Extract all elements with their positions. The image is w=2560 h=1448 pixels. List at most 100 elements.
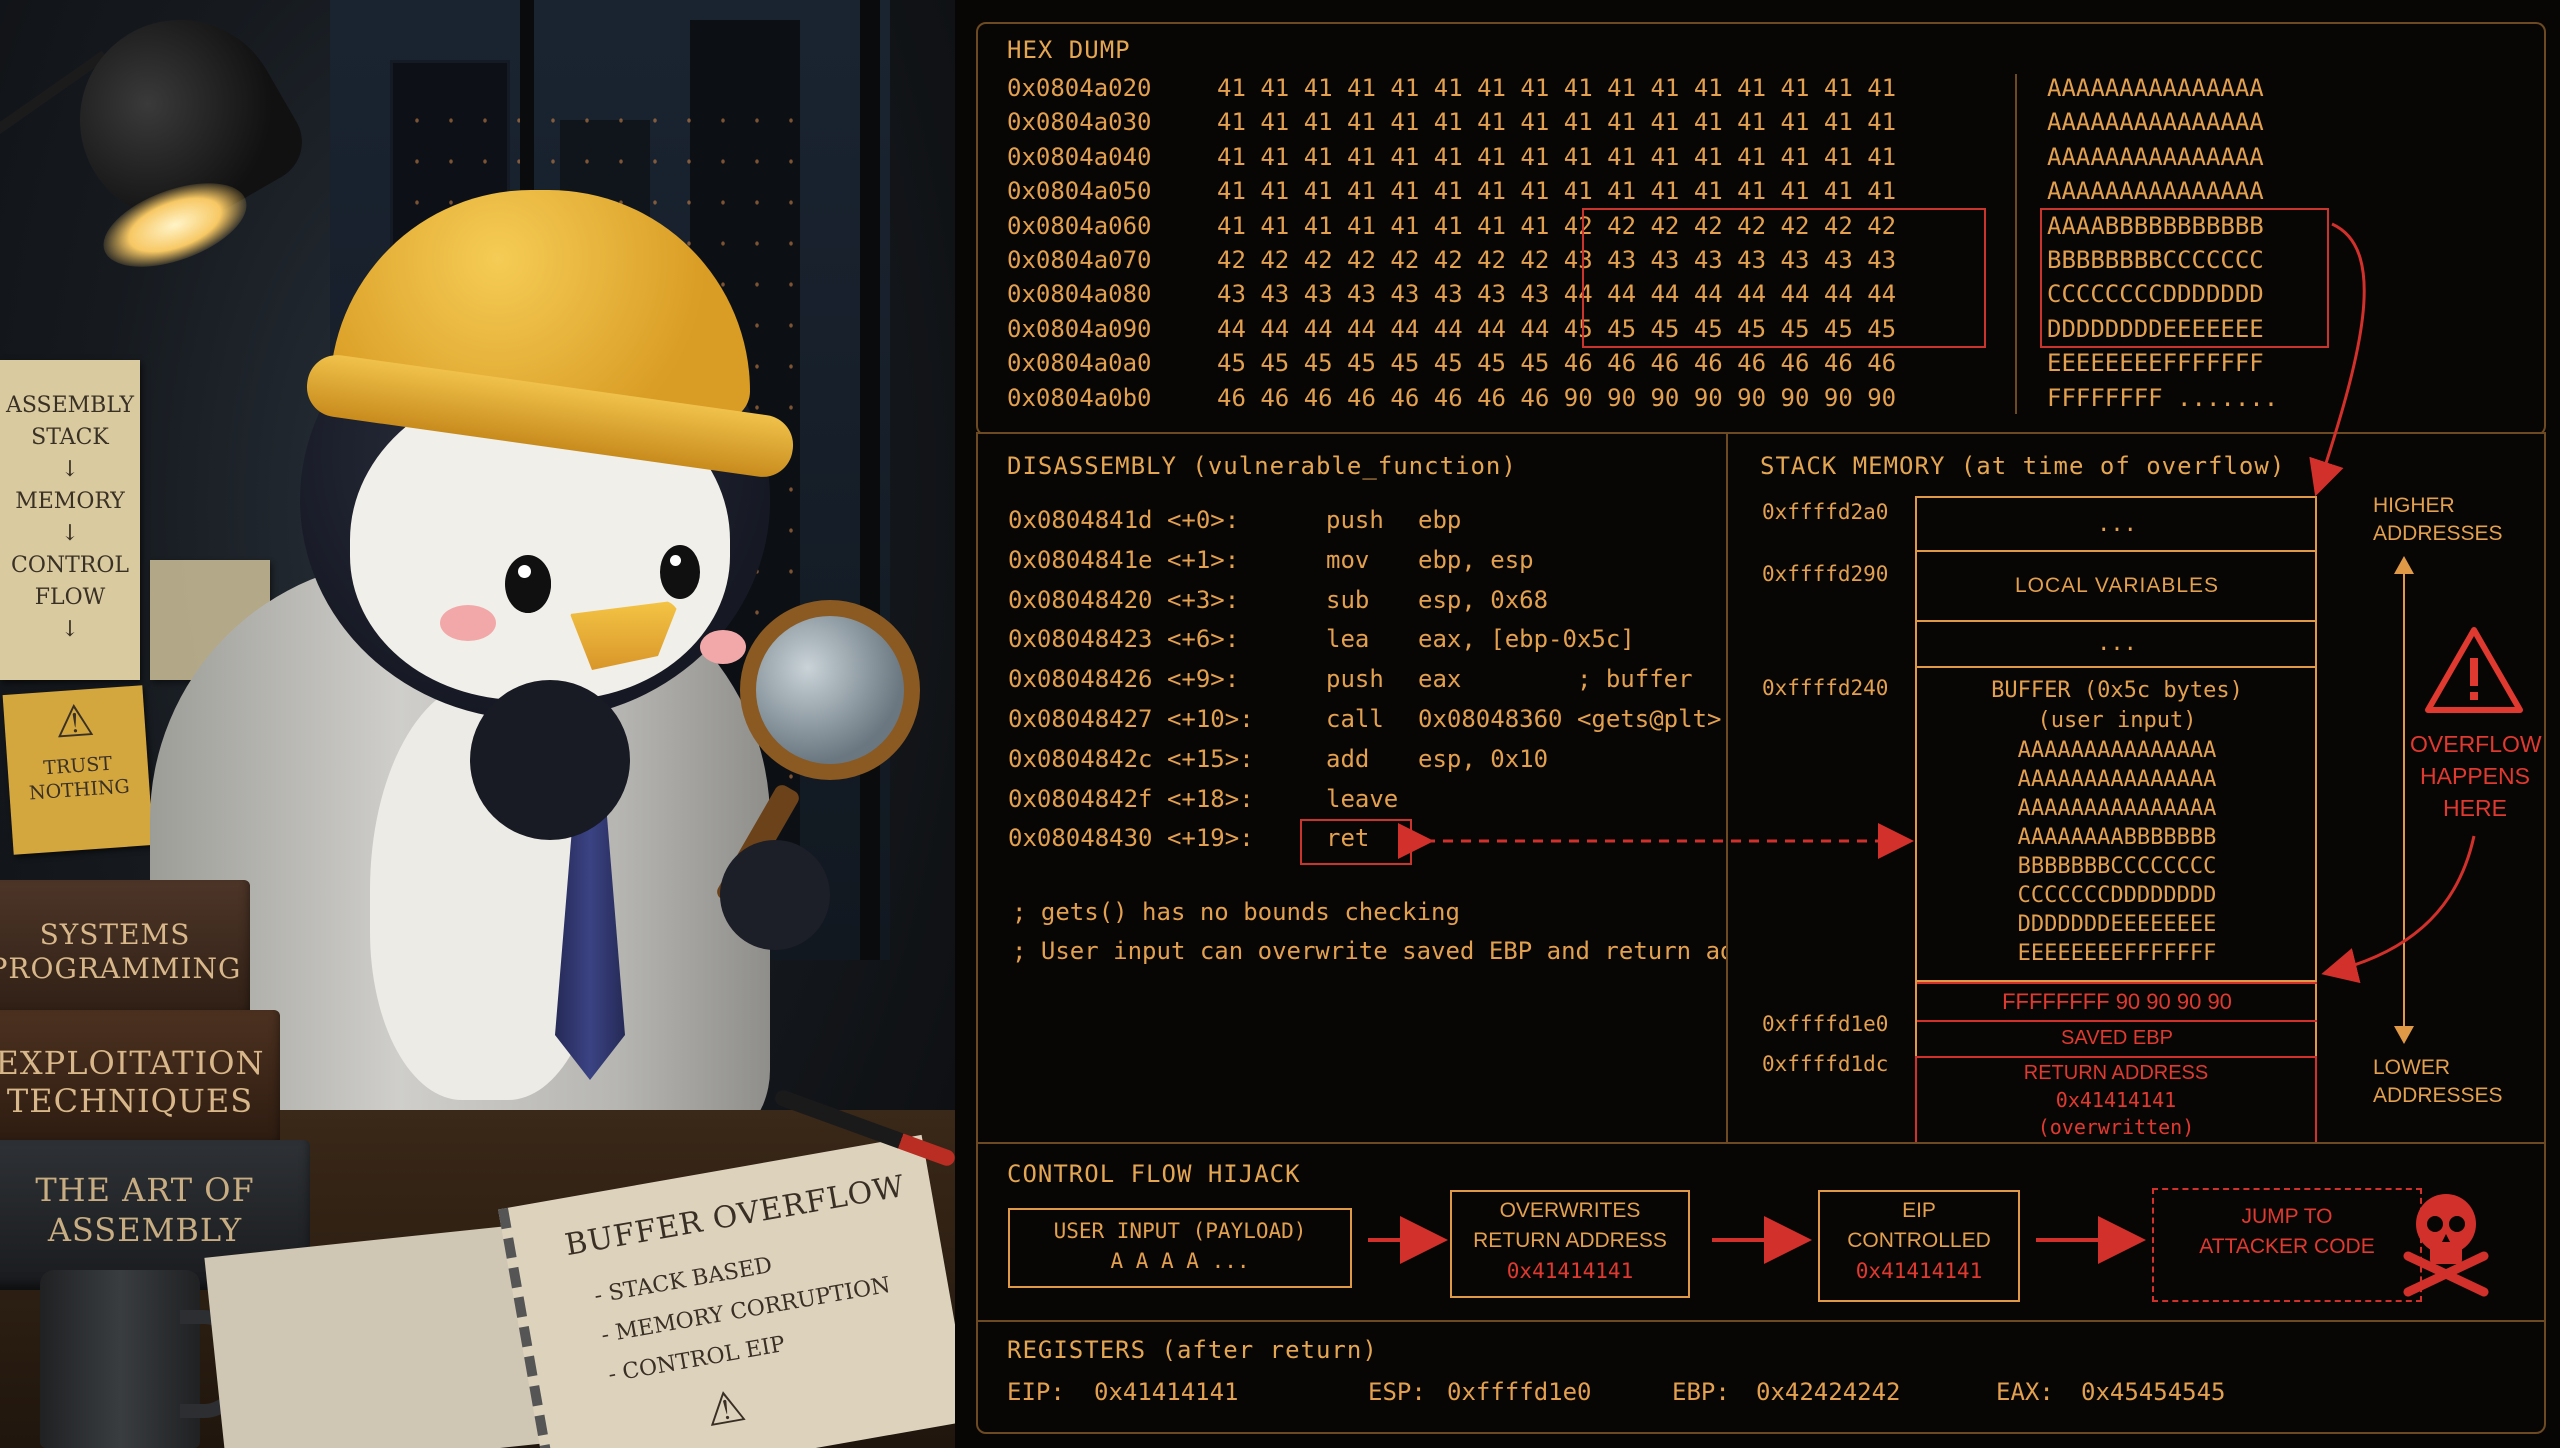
eax-label: EAX: (1996, 1378, 2054, 1406)
stack-dots-mid: ... (1917, 622, 2317, 668)
disasm-addr: 0x0804842c <+15>: (1008, 744, 1254, 773)
hex-bytes: 41 41 41 41 41 41 41 41 41 41 41 41 41 4… (1217, 177, 1897, 206)
stack-address: 0xffffd1e0 (1762, 1012, 1889, 1036)
registers-title: REGISTERS (after return) (1007, 1336, 1378, 1364)
down-arrow-icon (2394, 1026, 2414, 1044)
esp-label: ESP: (1368, 1378, 1426, 1406)
disasm-args: esp, 0x10 (1418, 744, 1549, 773)
disasm-args: 0x08048360 <gets@plt> (1418, 705, 1722, 733)
hex-address: 0x0804a040 (1007, 142, 1152, 171)
disasm-args: ebp, esp (1418, 545, 1534, 574)
hex-ascii: FFFFFFFF ....... (2047, 383, 2279, 412)
desk-lamp (0, 0, 317, 284)
eip-value: 0x41414141 (1094, 1378, 1239, 1406)
disasm-addr: 0x0804842f <+18>: (1008, 784, 1254, 813)
penguin-eye-shine (518, 565, 531, 578)
penguin-eye-right (660, 545, 700, 599)
penguin-eye-shine (670, 555, 681, 566)
lower-addresses-label: LOWER ADDRESSES (2373, 1056, 2503, 1107)
stack-dots-top: ... (1917, 500, 2317, 552)
trust-nothing-note: ⚠ TRUST NOTHING (2, 685, 154, 855)
hex-ascii: AAAAAAAAAAAAAAA (2047, 108, 2264, 137)
stack-address: 0xffffd2a0 (1762, 500, 1889, 524)
penguin-flipper (470, 680, 630, 840)
user-input-box: USER INPUT (PAYLOAD) A A A A ... (1008, 1208, 1352, 1288)
disasm-addr: 0x0804841e <+1>: (1008, 545, 1240, 574)
sketch-paper (204, 1223, 556, 1448)
buffer-row: DDDDDDDEEEEEEEE (2017, 912, 2217, 937)
disasm-addr: 0x08048423 <+6>: (1008, 625, 1240, 654)
attacker-code-box: JUMP TO ATTACKER CODE (2152, 1188, 2422, 1302)
hex-address: 0x0804a080 (1007, 280, 1152, 309)
magnifying-glass-icon (740, 600, 920, 780)
overflow-row: FFFFFFFF 90 90 90 90 (1917, 982, 2317, 1022)
hex-ascii: EEEEEEEEFFFFFFF (2047, 349, 2264, 378)
stack-address: 0xffffd290 (1762, 562, 1889, 586)
ebp-label: EBP: (1672, 1378, 1730, 1406)
disassembly-title: DISASSEMBLY (vulnerable_function) (1007, 452, 1517, 480)
hex-address: 0x0804a020 (1007, 74, 1152, 102)
hex-bytes: 45 45 45 45 45 45 45 45 46 46 46 46 46 4… (1217, 349, 1897, 378)
hex-bytes: 41 41 41 41 41 41 41 41 41 41 41 41 41 4… (1217, 108, 1897, 137)
warning-icon: ⚠ (701, 1379, 750, 1438)
address-axis-line (2403, 570, 2405, 1030)
buffer-row: AAAAAAAAAAAAAAA (2017, 796, 2217, 821)
hex-dump-title: HEX DUMP (1007, 36, 1131, 64)
disasm-op: leave (1326, 784, 1399, 813)
eip-controlled-box: EIP CONTROLLED 0x41414141 (1818, 1190, 2020, 1302)
hex-address: 0x0804a060 (1007, 211, 1152, 240)
buffer-sublabel: (user input) (2037, 708, 2197, 733)
book-systems-programming: SYSTEMS PROGRAMMING (0, 880, 250, 1020)
disasm-args: eax ; buffer (1418, 665, 1693, 694)
disasm-addr: 0x08048427 <+10>: (1008, 705, 1254, 733)
control-flow-title: CONTROL FLOW HIJACK (1007, 1160, 1301, 1188)
disasm-op: add (1326, 744, 1370, 773)
ascii-overflow-highlight (2040, 208, 2329, 348)
hex-bytes: 41 41 41 41 41 41 41 41 41 41 41 41 41 4… (1217, 74, 1897, 102)
hex-address: 0x0804a050 (1007, 177, 1152, 206)
stack-address: 0xffffd240 (1762, 676, 1889, 700)
penguin-cheek (700, 630, 746, 664)
buffer-row: BBBBBBBCCCCCCCC (2017, 854, 2217, 879)
disasm-addr: 0x08048426 <+9>: (1008, 665, 1240, 694)
window-frame (860, 0, 880, 960)
saved-ebp-slot: SAVED EBP (1917, 1020, 2317, 1058)
buffer-row: EEEEEEEEFFFFFFF (2017, 941, 2217, 966)
local-variables-slot: LOCAL VARIABLES (1917, 552, 2317, 622)
assembly-note: ASSEMBLY STACK ↓ MEMORY ↓ CONTROL FLOW ↓ (0, 360, 140, 680)
disasm-op: mov (1326, 545, 1370, 574)
disasm-addr: 0x0804841d <+0>: (1008, 506, 1240, 534)
higher-addresses-label: HIGHER ADDRESSES (2373, 494, 2503, 545)
disasm-args: esp, 0x68 (1418, 585, 1549, 614)
return-address-value: 0x41414141 (2055, 1088, 2177, 1112)
penguin-hand (720, 840, 830, 950)
disasm-op: lea (1326, 625, 1370, 654)
buffer-label: BUFFER (0x5c bytes) (1991, 678, 2243, 703)
buffer-contents: AAAAAAAAAAAAAAA AAAAAAAAAAAAAAA AAAAAAAAAA… (1917, 736, 2317, 968)
hex-address: 0x0804a0a0 (1007, 349, 1152, 378)
buffer-row: CCCCCCCDDDDDDDD (2017, 883, 2217, 908)
disasm-addr: 0x08048420 <+3>: (1008, 585, 1240, 614)
stack-title: STACK MEMORY (at time of overflow) (1760, 452, 2286, 480)
disasm-op: push (1326, 506, 1384, 534)
warning-triangle-icon (2424, 624, 2524, 716)
disasm-args: ebp (1418, 506, 1462, 534)
disasm-addr: 0x08048430 <+19>: (1008, 824, 1254, 853)
disasm-op: push (1326, 665, 1384, 694)
buffer-row: AAAAAAAAAAAAAAA (2017, 738, 2217, 763)
return-address-note: (overwritten) (2037, 1115, 2195, 1139)
up-arrow-icon (2394, 556, 2414, 574)
return-address-label: RETURN ADDRESS (2023, 1062, 2209, 1084)
hex-bytes: 46 46 46 46 46 46 46 46 90 90 90 90 90 9… (1217, 383, 1897, 412)
ebp-value: 0x42424242 (1756, 1378, 1901, 1406)
buffer-slot: BUFFER (0x5c bytes) (user input) AAAAAAA… (1917, 668, 2317, 982)
disasm-op: sub (1326, 585, 1370, 614)
disasm-args: eax, [ebp-0x5c] (1418, 625, 1635, 654)
stack-address: 0xffffd1dc (1762, 1052, 1889, 1076)
buffer-row: AAAAAAAABBBBBBB (2017, 825, 2217, 850)
esp-value: 0xffffd1e0 (1447, 1378, 1592, 1406)
buffer-row: AAAAAAAAAAAAAAA (2017, 767, 2217, 792)
hex-address: 0x0804a0b0 (1007, 383, 1152, 412)
hex-bytes: 41 41 41 41 41 41 41 41 41 41 41 41 41 4… (1217, 142, 1897, 171)
hex-overflow-highlight (1582, 208, 1986, 348)
